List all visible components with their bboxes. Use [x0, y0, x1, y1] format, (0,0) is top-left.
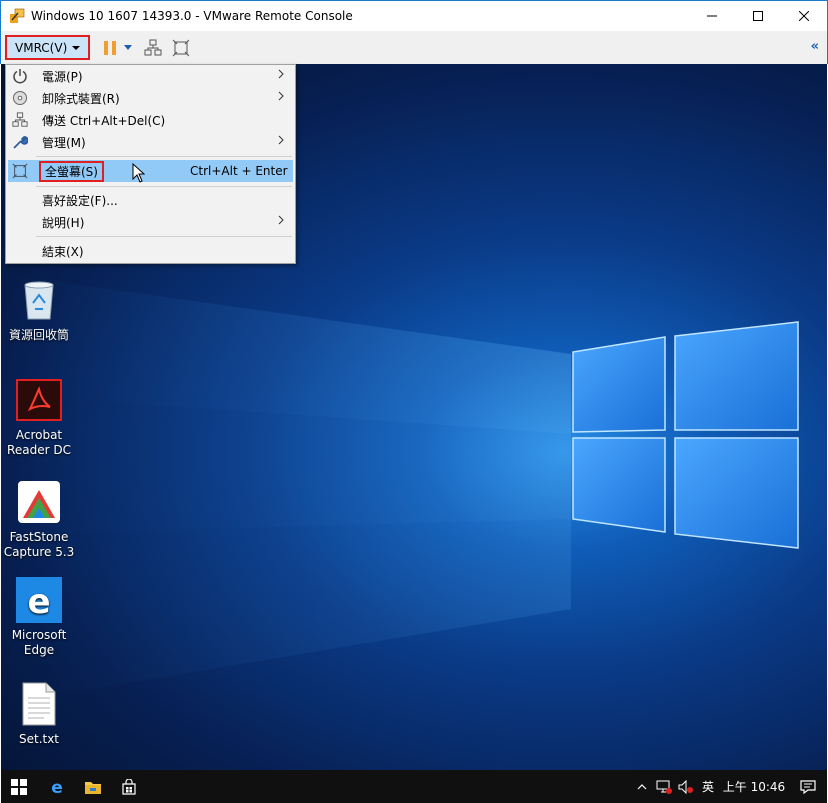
- menu-separator: [36, 186, 292, 187]
- network-icon: [144, 39, 162, 55]
- menu-item-power[interactable]: 電源(P): [8, 65, 293, 87]
- faststone-icon: [18, 481, 60, 523]
- folder-icon: [85, 781, 101, 794]
- caret-down-icon: [72, 45, 81, 50]
- menu-item-label: 電源(P): [42, 69, 83, 84]
- chevron-right-icon: [278, 69, 284, 79]
- svg-text:e: e: [27, 582, 50, 622]
- menu-item-label: 卸除式裝置(R): [42, 91, 120, 106]
- pause-button[interactable]: [102, 36, 118, 60]
- menu-item-label: 傳送 Ctrl+Alt+Del(C): [42, 113, 166, 128]
- chevron-right-icon: [278, 135, 284, 145]
- clock[interactable]: 上午 10:46: [719, 778, 789, 795]
- chevron-up-icon: [637, 783, 647, 789]
- store-icon: [122, 778, 136, 795]
- close-icon: [799, 11, 809, 21]
- taskbar-store-button[interactable]: [111, 770, 147, 803]
- fullscreen-button[interactable]: [172, 36, 190, 60]
- send-ctrl-alt-del-button[interactable]: [144, 36, 162, 60]
- menu-item-label: 管理(M): [42, 135, 86, 150]
- ime-indicator[interactable]: 英: [697, 778, 719, 795]
- caret-down-icon: [124, 44, 133, 50]
- maximize-button[interactable]: [735, 1, 781, 31]
- minimize-button[interactable]: [689, 1, 735, 31]
- power-icon: [10, 66, 30, 86]
- show-hidden-icons-button[interactable]: [631, 783, 653, 790]
- menu-item-label: 結束(X): [42, 244, 84, 259]
- desktop-icon-label: Acrobat Reader DC: [7, 428, 71, 457]
- menu-item-label: 全螢幕(S): [39, 160, 104, 182]
- desktop-icon-edge[interactable]: e Microsoft Edge: [1, 576, 77, 658]
- menu-item-label: 喜好設定(F)...: [42, 193, 118, 208]
- menu-item-removable-devices[interactable]: 卸除式裝置(R): [8, 87, 293, 109]
- edge-icon: e: [16, 577, 62, 623]
- menu-item-manage[interactable]: 管理(M): [8, 131, 293, 153]
- svg-text:e: e: [51, 778, 63, 796]
- desktop-icon-label: 資源回收筒: [8, 328, 69, 342]
- chevron-right-icon: [278, 91, 284, 101]
- window-controls: [689, 1, 827, 31]
- menu-item-label: 說明(H): [42, 215, 85, 230]
- fullscreen-icon: [10, 161, 30, 181]
- desktop-icon-label: Set.txt: [18, 732, 60, 746]
- pause-icon: [104, 40, 117, 55]
- system-tray: 英 上午 10:46: [631, 770, 827, 803]
- windows-logo-icon: [11, 778, 27, 795]
- desktop-icon-acrobat[interactable]: Acrobat Reader DC: [1, 376, 77, 458]
- menu-item-help[interactable]: 說明(H): [8, 211, 293, 233]
- taskbar: e 英 上午 10:46: [1, 770, 827, 803]
- vmrc-dropdown-menu: 電源(P) 卸除式裝置(R) 傳送 Ctrl+Alt+Del(C) 管理(M) …: [5, 64, 296, 264]
- menu-item-preferences[interactable]: 喜好設定(F)...: [8, 189, 293, 211]
- start-button[interactable]: [1, 770, 37, 803]
- desktop-icon-label: Microsoft Edge: [11, 628, 67, 657]
- vmware-app-icon: [10, 8, 25, 23]
- action-center-button[interactable]: [789, 779, 827, 794]
- menu-separator: [36, 236, 292, 237]
- maximize-icon: [753, 11, 763, 21]
- edge-icon: e: [51, 778, 63, 796]
- menu-item-send-ctrl-alt-del[interactable]: 傳送 Ctrl+Alt+Del(C): [8, 109, 293, 131]
- wrench-icon: [10, 132, 30, 152]
- menu-item-exit[interactable]: 結束(X): [8, 240, 293, 262]
- menu-item-fullscreen[interactable]: 全螢幕(S) Ctrl+Alt + Enter: [8, 160, 293, 183]
- acrobat-icon: [16, 379, 62, 421]
- desktop-icon-faststone[interactable]: FastStone Capture 5.3: [1, 478, 77, 560]
- menu-item-shortcut: Ctrl+Alt + Enter: [190, 164, 288, 178]
- desktop-icon-recycle-bin[interactable]: 資源回收筒: [1, 276, 77, 343]
- notification-icon: [800, 779, 816, 794]
- recycle-bin-icon: [24, 281, 54, 320]
- disc-icon: [10, 88, 30, 108]
- collapse-toolbar-icon[interactable]: «: [811, 39, 819, 54]
- network-icon: [10, 110, 30, 130]
- volume-button[interactable]: [675, 779, 697, 794]
- volume-muted-icon: [678, 779, 693, 794]
- close-button[interactable]: [781, 1, 827, 31]
- fullscreen-icon: [172, 39, 190, 56]
- toolbar: VMRC(V) «: [0, 31, 828, 64]
- desktop-icon-set-txt[interactable]: Set.txt: [1, 680, 77, 747]
- minimize-icon: [707, 15, 717, 17]
- text-file-icon: [22, 682, 56, 726]
- network-disconnected-icon: [656, 780, 672, 794]
- desktop-icon-label: FastStone Capture 5.3: [3, 530, 75, 559]
- window-title: Windows 10 1607 14393.0 - VMware Remote …: [31, 9, 353, 23]
- vmrc-menu-label: VMRC(V): [15, 40, 68, 55]
- pause-dropdown-button[interactable]: [124, 36, 133, 60]
- taskbar-file-explorer-button[interactable]: [75, 770, 111, 803]
- chevron-right-icon: [278, 215, 284, 225]
- taskbar-edge-button[interactable]: e: [39, 770, 75, 803]
- menu-separator: [36, 156, 292, 157]
- vmrc-menu-button[interactable]: VMRC(V): [5, 35, 91, 60]
- network-status-button[interactable]: [653, 780, 675, 794]
- mouse-pointer-icon: [132, 163, 146, 183]
- title-bar: Windows 10 1607 14393.0 - VMware Remote …: [0, 0, 828, 31]
